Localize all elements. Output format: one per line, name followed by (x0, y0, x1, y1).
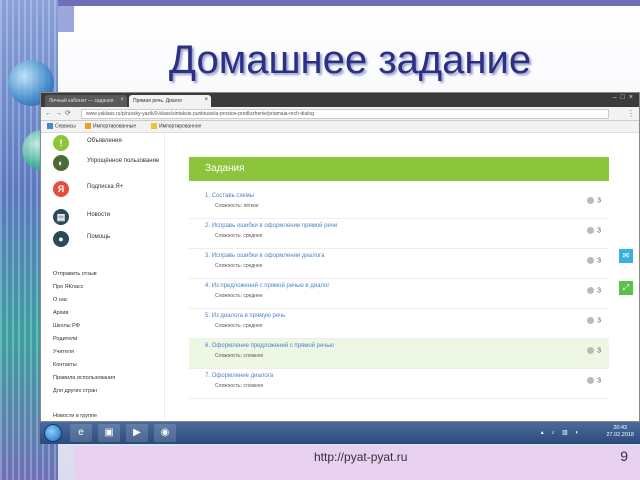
sidebar: ! Объявления ◐ Упрощённое пользование Я … (41, 133, 165, 421)
exclamation-icon: ! (53, 135, 69, 151)
system-tray[interactable]: ▴ ♪ ▥ ◐ (541, 429, 582, 436)
news-icon: ▤ (53, 209, 69, 225)
leaf-icon: ◐ (53, 155, 69, 171)
apps-icon (47, 123, 53, 129)
sidebar-item-news[interactable]: ▤ Новости (53, 209, 163, 227)
tab-label: Прямая речь. Диалог (133, 98, 183, 104)
sidebar-link[interactable]: Школы РФ (53, 323, 80, 329)
mail-icon[interactable]: ✉ (619, 249, 633, 263)
score-icon (587, 287, 595, 294)
task-title[interactable]: 1. Составь схемы (205, 193, 254, 199)
sidebar-link[interactable]: Про ЯКласс (53, 284, 84, 290)
browser-tab[interactable]: Личный кабинет — задания × (45, 95, 127, 107)
task-difficulty: Сложность: среднее (215, 293, 263, 299)
task-row[interactable]: 6. Оформление предложений с прямой речью… (189, 339, 609, 369)
sidebar-item-simplified[interactable]: ◐ Упрощённое пользование (53, 155, 163, 173)
score-icon (587, 347, 595, 354)
task-title[interactable]: 5. Из диалога в прямую речь (205, 313, 285, 319)
task-title[interactable]: 3. Исправь ошибки в оформлении диалога (205, 253, 324, 259)
task-title[interactable]: 6. Оформление предложений с прямой речью (205, 343, 334, 349)
start-button[interactable] (44, 424, 62, 442)
close-icon[interactable]: × (204, 97, 208, 103)
bookmark-item[interactable]: Импортированное (151, 123, 201, 129)
sidebar-link[interactable]: Родители (53, 336, 77, 342)
explorer-icon[interactable]: ▣ (98, 424, 120, 442)
bookmark-item[interactable]: Сервисы (47, 123, 76, 129)
task-title[interactable]: 2. Исправь ошибки в оформлении прямой ре… (205, 223, 337, 229)
sidebar-item-subscription[interactable]: Я Подписка Я+ (53, 181, 163, 199)
task-title[interactable]: 7. Оформление диалога (205, 373, 273, 379)
page-number: 9 (620, 448, 628, 464)
help-icon: ● (53, 231, 69, 247)
task-difficulty: Сложность: сложное (215, 383, 264, 389)
task-difficulty: Сложность: среднее (215, 263, 263, 269)
score-icon (587, 257, 595, 264)
sidebar-item-help[interactable]: ● Помощь (53, 231, 163, 249)
task-row[interactable]: 2. Исправь ошибки в оформлении прямой ре… (189, 219, 609, 249)
sidebar-link[interactable]: Контакты (53, 362, 77, 368)
task-difficulty: Сложность: среднее (215, 233, 263, 239)
bookmarks-bar: Сервисы Импортированные Импортированное (41, 121, 639, 133)
task-title[interactable]: 4. Из предложений с прямой речью в диало… (205, 283, 330, 289)
task-score: 3 (587, 317, 601, 324)
url-input[interactable]: www.yaklass.ru/p/russky-yazik/9-klass/si… (81, 109, 609, 119)
task-difficulty: Сложность: сложное (215, 353, 264, 359)
navigation-buttons[interactable]: ←→⟳ (45, 109, 74, 117)
sidebar-link[interactable]: О нас (53, 297, 68, 303)
sidebar-link[interactable]: Правила использования (53, 375, 115, 381)
windows-taskbar: e ▣ ▶ ◉ ▴ ♪ ▥ ◐ 20:43 27.02.2018 (40, 422, 640, 444)
task-row[interactable]: 1. Составь схемы Сложность: лёгкое 3 (189, 189, 609, 219)
folder-icon (151, 123, 157, 129)
task-score: 3 (587, 227, 601, 234)
score-icon (587, 317, 595, 324)
task-difficulty: Сложность: среднее (215, 323, 263, 329)
task-row[interactable]: 7. Оформление диалога Сложность: сложное… (189, 369, 609, 399)
chrome-icon[interactable]: ◉ (154, 424, 176, 442)
slide-top-bar (0, 0, 640, 6)
score-icon (587, 227, 595, 234)
slide-footer: http://pyat-pyat.ru 9 (74, 446, 640, 480)
tab-bar: Личный кабинет — задания × Прямая речь. … (41, 93, 639, 107)
score-icon (587, 197, 595, 204)
task-score: 3 (587, 377, 601, 384)
slide-corner-decoration (58, 6, 74, 32)
browser-window: Личный кабинет — задания × Прямая речь. … (40, 92, 640, 422)
task-score: 3 (587, 347, 601, 354)
browser-tab-active[interactable]: Прямая речь. Диалог × (129, 95, 211, 107)
sidebar-link[interactable]: Учителя (53, 349, 74, 355)
yandex-plus-icon: Я (53, 181, 69, 197)
sidebar-link[interactable]: Для других стран (53, 388, 97, 394)
tab-label: Личный кабинет — задания (49, 98, 114, 104)
task-row[interactable]: 5. Из диалога в прямую речь Сложность: с… (189, 309, 609, 339)
footer-url[interactable]: http://pyat-pyat.ru (314, 450, 407, 464)
task-score: 3 (587, 257, 601, 264)
sidebar-item-announcements[interactable]: ! Объявления (53, 135, 163, 153)
task-row[interactable]: 4. Из предложений с прямой речью в диало… (189, 279, 609, 309)
ie-icon[interactable]: e (70, 424, 92, 442)
task-difficulty: Сложность: лёгкое (215, 203, 259, 209)
sidebar-link[interactable]: Отправить отзыв (53, 271, 97, 277)
score-icon (587, 377, 595, 384)
window-controls[interactable]: –□× (613, 94, 637, 101)
sidebar-bottom-text: Новости в группе (53, 413, 98, 419)
tasks-header: Задания (189, 157, 609, 181)
media-icon[interactable]: ▶ (126, 424, 148, 442)
task-score: 3 (587, 197, 601, 204)
address-bar: ←→⟳ www.yaklass.ru/p/russky-yazik/9-klas… (41, 107, 639, 121)
folder-icon (85, 123, 91, 129)
slide-title: Домашнее задание (168, 38, 532, 82)
clock[interactable]: 20:43 27.02.2018 (606, 425, 634, 439)
bookmark-item[interactable]: Импортированные (85, 123, 136, 129)
task-row[interactable]: 3. Исправь ошибки в оформлении диалога С… (189, 249, 609, 279)
expand-icon[interactable]: ⤢ (619, 281, 633, 295)
close-icon[interactable]: × (120, 97, 124, 103)
sidebar-link[interactable]: Архив (53, 310, 68, 316)
menu-icon[interactable]: ⋮ (627, 109, 635, 118)
task-score: 3 (587, 287, 601, 294)
